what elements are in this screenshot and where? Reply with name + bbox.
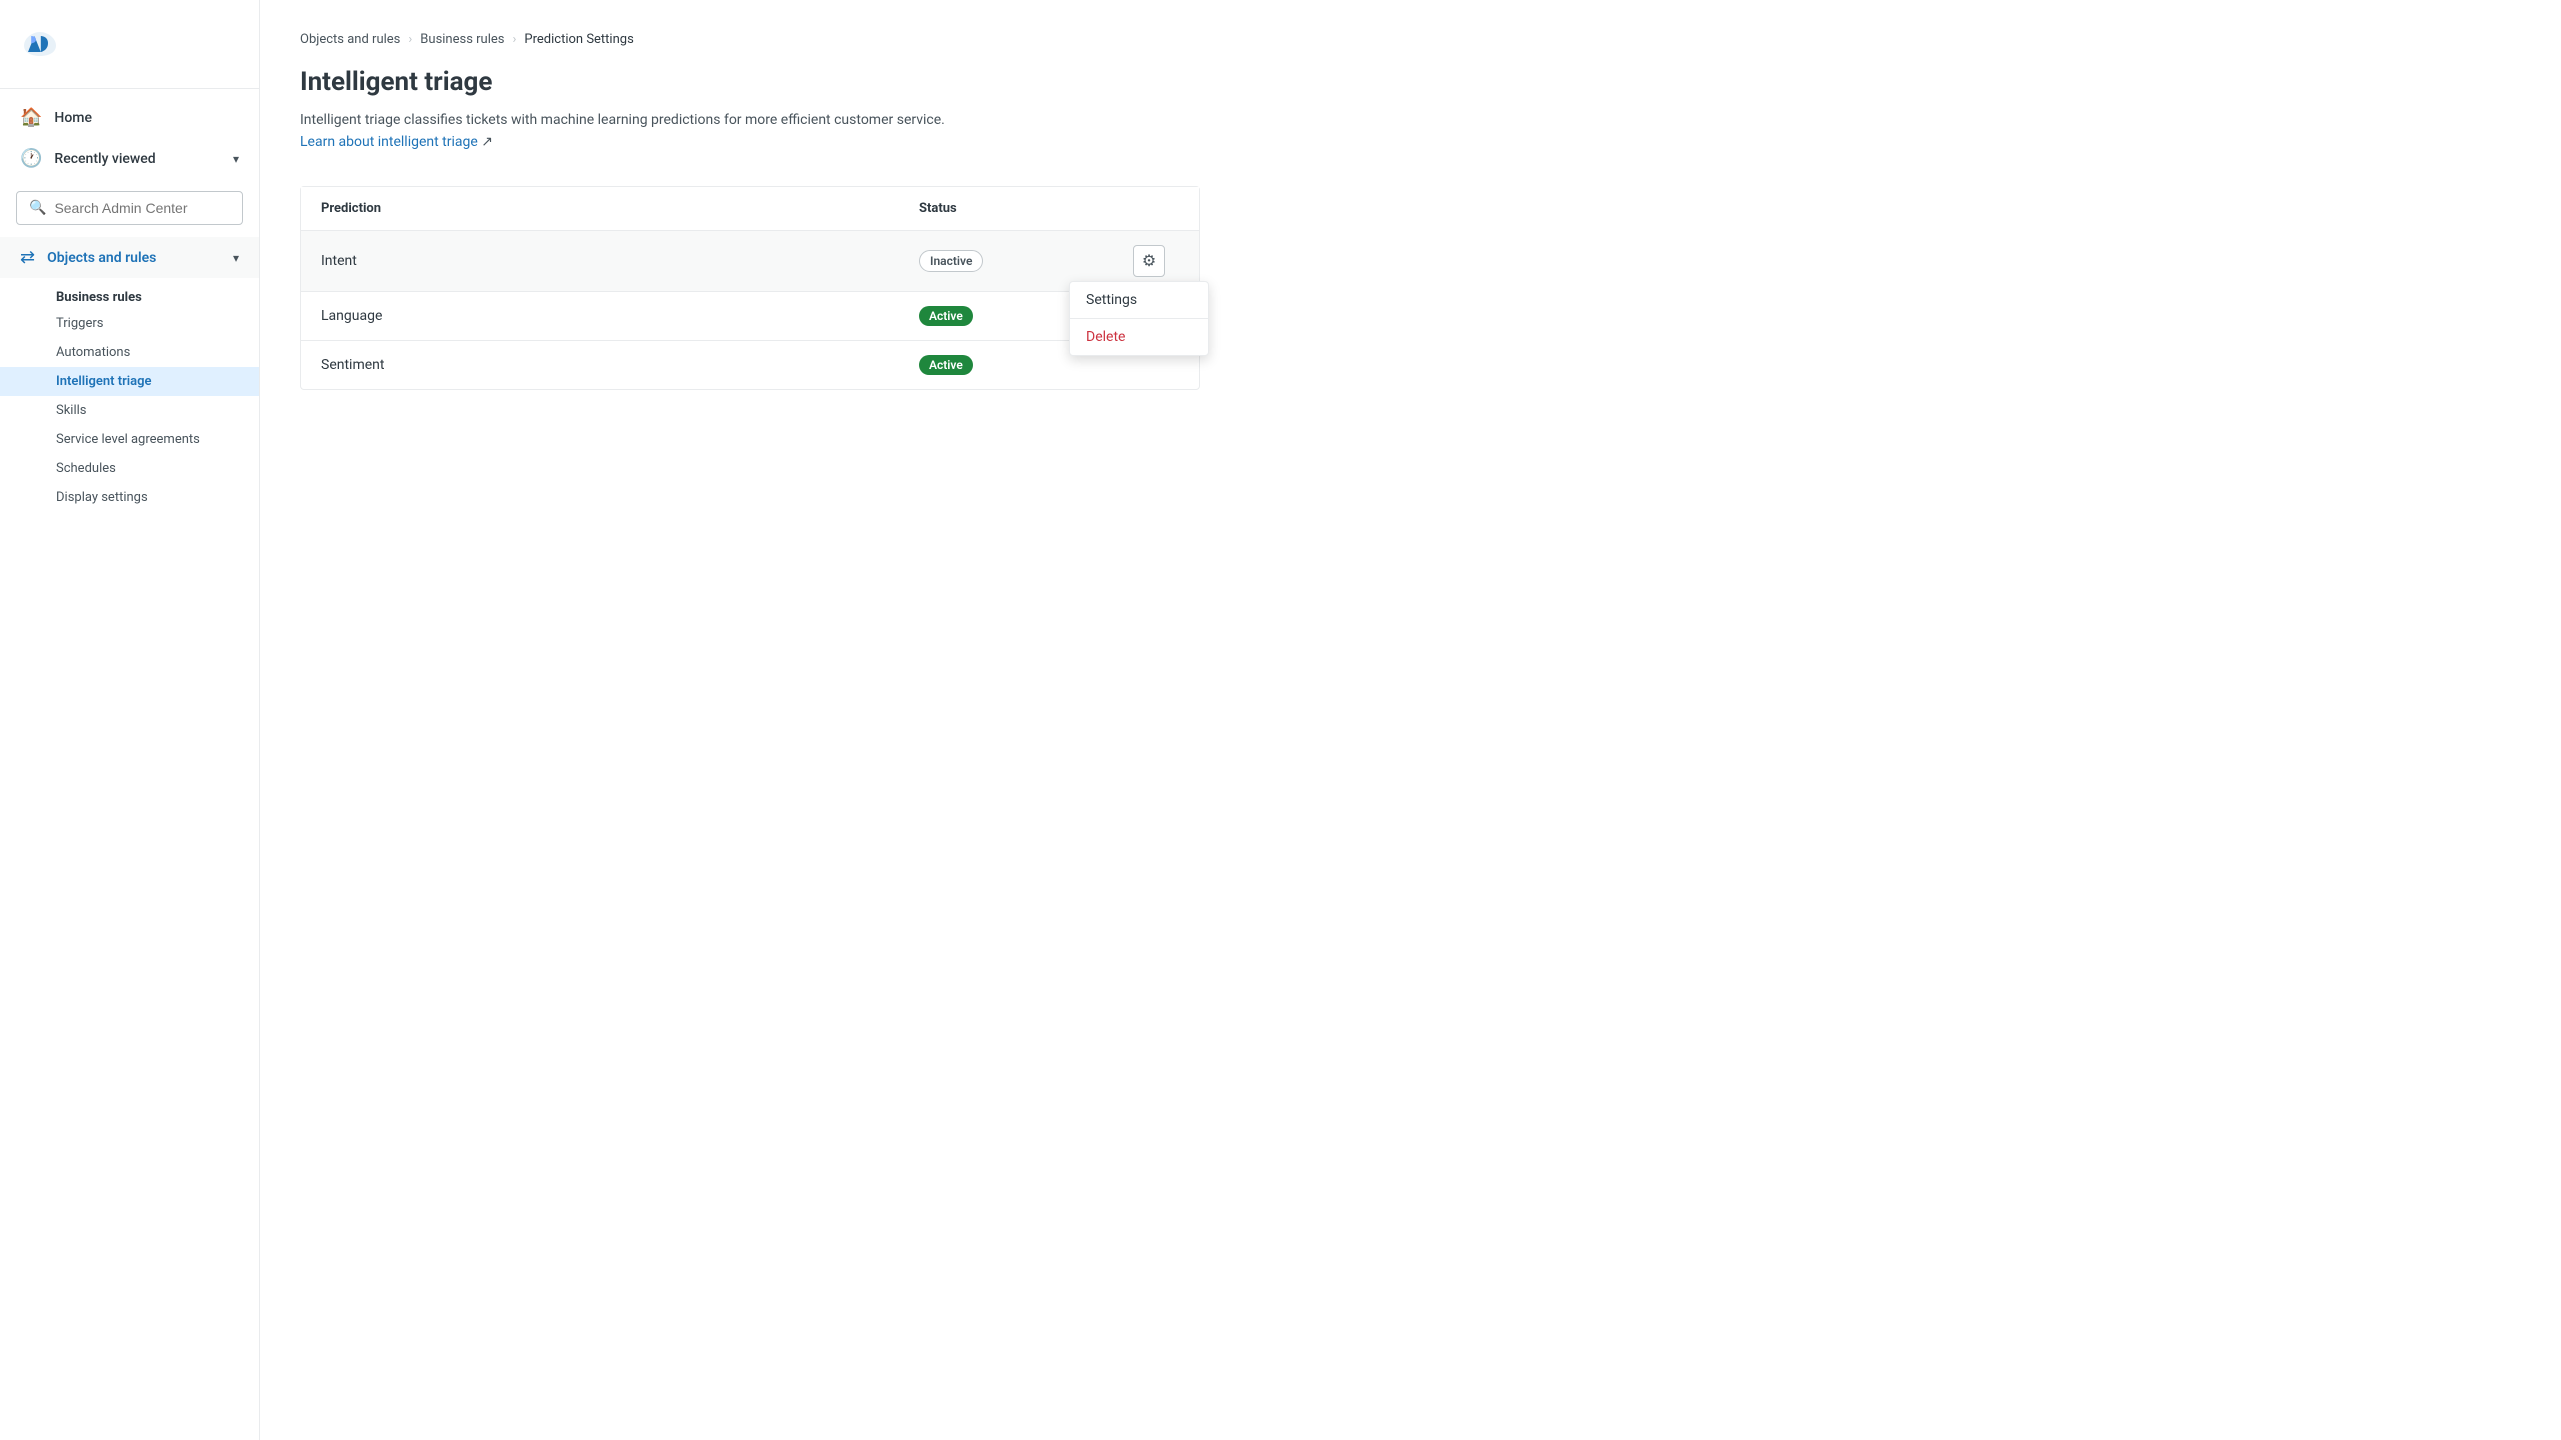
recently-viewed-label: Recently viewed xyxy=(54,151,155,167)
table-row: Intent Inactive ⚙ Settings Delete xyxy=(301,231,1199,292)
breadcrumb-sep-1: › xyxy=(408,32,412,47)
section-header-left: ⇄ Objects and rules xyxy=(20,247,156,268)
objects-rules-title: Objects and rules xyxy=(47,250,156,266)
sidebar-item-recently-viewed[interactable]: 🕐 Recently viewed ▾ xyxy=(0,138,259,179)
dropdown-settings[interactable]: Settings xyxy=(1070,282,1208,318)
recently-viewed-left: 🕐 Recently viewed xyxy=(20,148,156,169)
prediction-language: Language xyxy=(321,308,919,324)
breadcrumb: Objects and rules › Business rules › Pre… xyxy=(300,32,2521,47)
objects-and-rules-section[interactable]: ⇄ Objects and rules ▾ xyxy=(0,237,259,278)
predictions-table: Prediction Status Intent Inactive ⚙ Sett… xyxy=(300,186,1200,390)
sidebar-item-display-settings[interactable]: Display settings xyxy=(0,483,259,512)
sidebar-item-automations[interactable]: Automations xyxy=(0,338,259,367)
home-icon: 🏠 xyxy=(20,107,42,128)
table-row: Sentiment Active xyxy=(301,341,1199,389)
sidebar-navigation: 🏠 Home 🕐 Recently viewed ▾ 🔍 ⇄ Objects a… xyxy=(0,89,259,524)
sidebar-item-sla[interactable]: Service level agreements xyxy=(0,425,259,454)
zendesk-logo xyxy=(20,24,60,64)
objects-rules-icon: ⇄ xyxy=(20,247,35,268)
search-container: 🔍 xyxy=(0,179,259,237)
sidebar-item-skills[interactable]: Skills xyxy=(0,396,259,425)
breadcrumb-objects-rules[interactable]: Objects and rules xyxy=(300,32,400,47)
prediction-intent: Intent xyxy=(321,253,919,269)
column-prediction: Prediction xyxy=(321,201,919,216)
search-icon: 🔍 xyxy=(29,200,46,216)
clock-icon: 🕐 xyxy=(20,148,42,169)
dropdown-menu: Settings Delete xyxy=(1069,281,1209,356)
status-badge-intent: Inactive xyxy=(919,250,983,272)
column-actions xyxy=(1119,201,1179,216)
status-sentiment: Active xyxy=(919,355,1119,375)
status-badge-sentiment: Active xyxy=(919,355,973,375)
search-box[interactable]: 🔍 xyxy=(16,191,243,225)
business-rules-category: Business rules xyxy=(0,282,259,309)
table-header: Prediction Status xyxy=(301,187,1199,231)
breadcrumb-business-rules[interactable]: Business rules xyxy=(420,32,504,47)
action-button-intent[interactable]: ⚙ xyxy=(1133,245,1165,277)
status-intent: Inactive xyxy=(919,250,1119,272)
learn-more-link[interactable]: Learn about intelligent triage xyxy=(300,134,478,150)
submenu: Business rules Triggers Automations Inte… xyxy=(0,278,259,516)
page-title: Intelligent triage xyxy=(300,67,2521,97)
external-link-icon: ↗ xyxy=(481,134,493,150)
sidebar-logo xyxy=(0,0,259,89)
dropdown-delete[interactable]: Delete xyxy=(1070,319,1208,355)
actions-intent: ⚙ Settings Delete xyxy=(1119,245,1179,277)
sidebar-item-triggers[interactable]: Triggers xyxy=(0,309,259,338)
status-badge-language: Active xyxy=(919,306,973,326)
sidebar-item-home[interactable]: 🏠 Home xyxy=(0,97,259,138)
prediction-sentiment: Sentiment xyxy=(321,357,919,373)
sidebar: 🏠 Home 🕐 Recently viewed ▾ 🔍 ⇄ Objects a… xyxy=(0,0,260,1440)
search-input[interactable] xyxy=(54,200,230,216)
page-description: Intelligent triage classifies tickets wi… xyxy=(300,109,980,154)
page-description-text: Intelligent triage classifies tickets wi… xyxy=(300,112,945,128)
breadcrumb-current: Prediction Settings xyxy=(524,32,633,47)
recently-viewed-chevron: ▾ xyxy=(233,152,239,166)
sidebar-item-schedules[interactable]: Schedules xyxy=(0,454,259,483)
objects-rules-chevron: ▾ xyxy=(233,251,239,265)
main-content: Objects and rules › Business rules › Pre… xyxy=(260,0,2561,1440)
home-label: Home xyxy=(54,110,92,126)
column-status: Status xyxy=(919,201,1119,216)
breadcrumb-sep-2: › xyxy=(513,32,517,47)
table-row: Language Active xyxy=(301,292,1199,341)
sidebar-item-intelligent-triage[interactable]: Intelligent triage xyxy=(0,367,259,396)
